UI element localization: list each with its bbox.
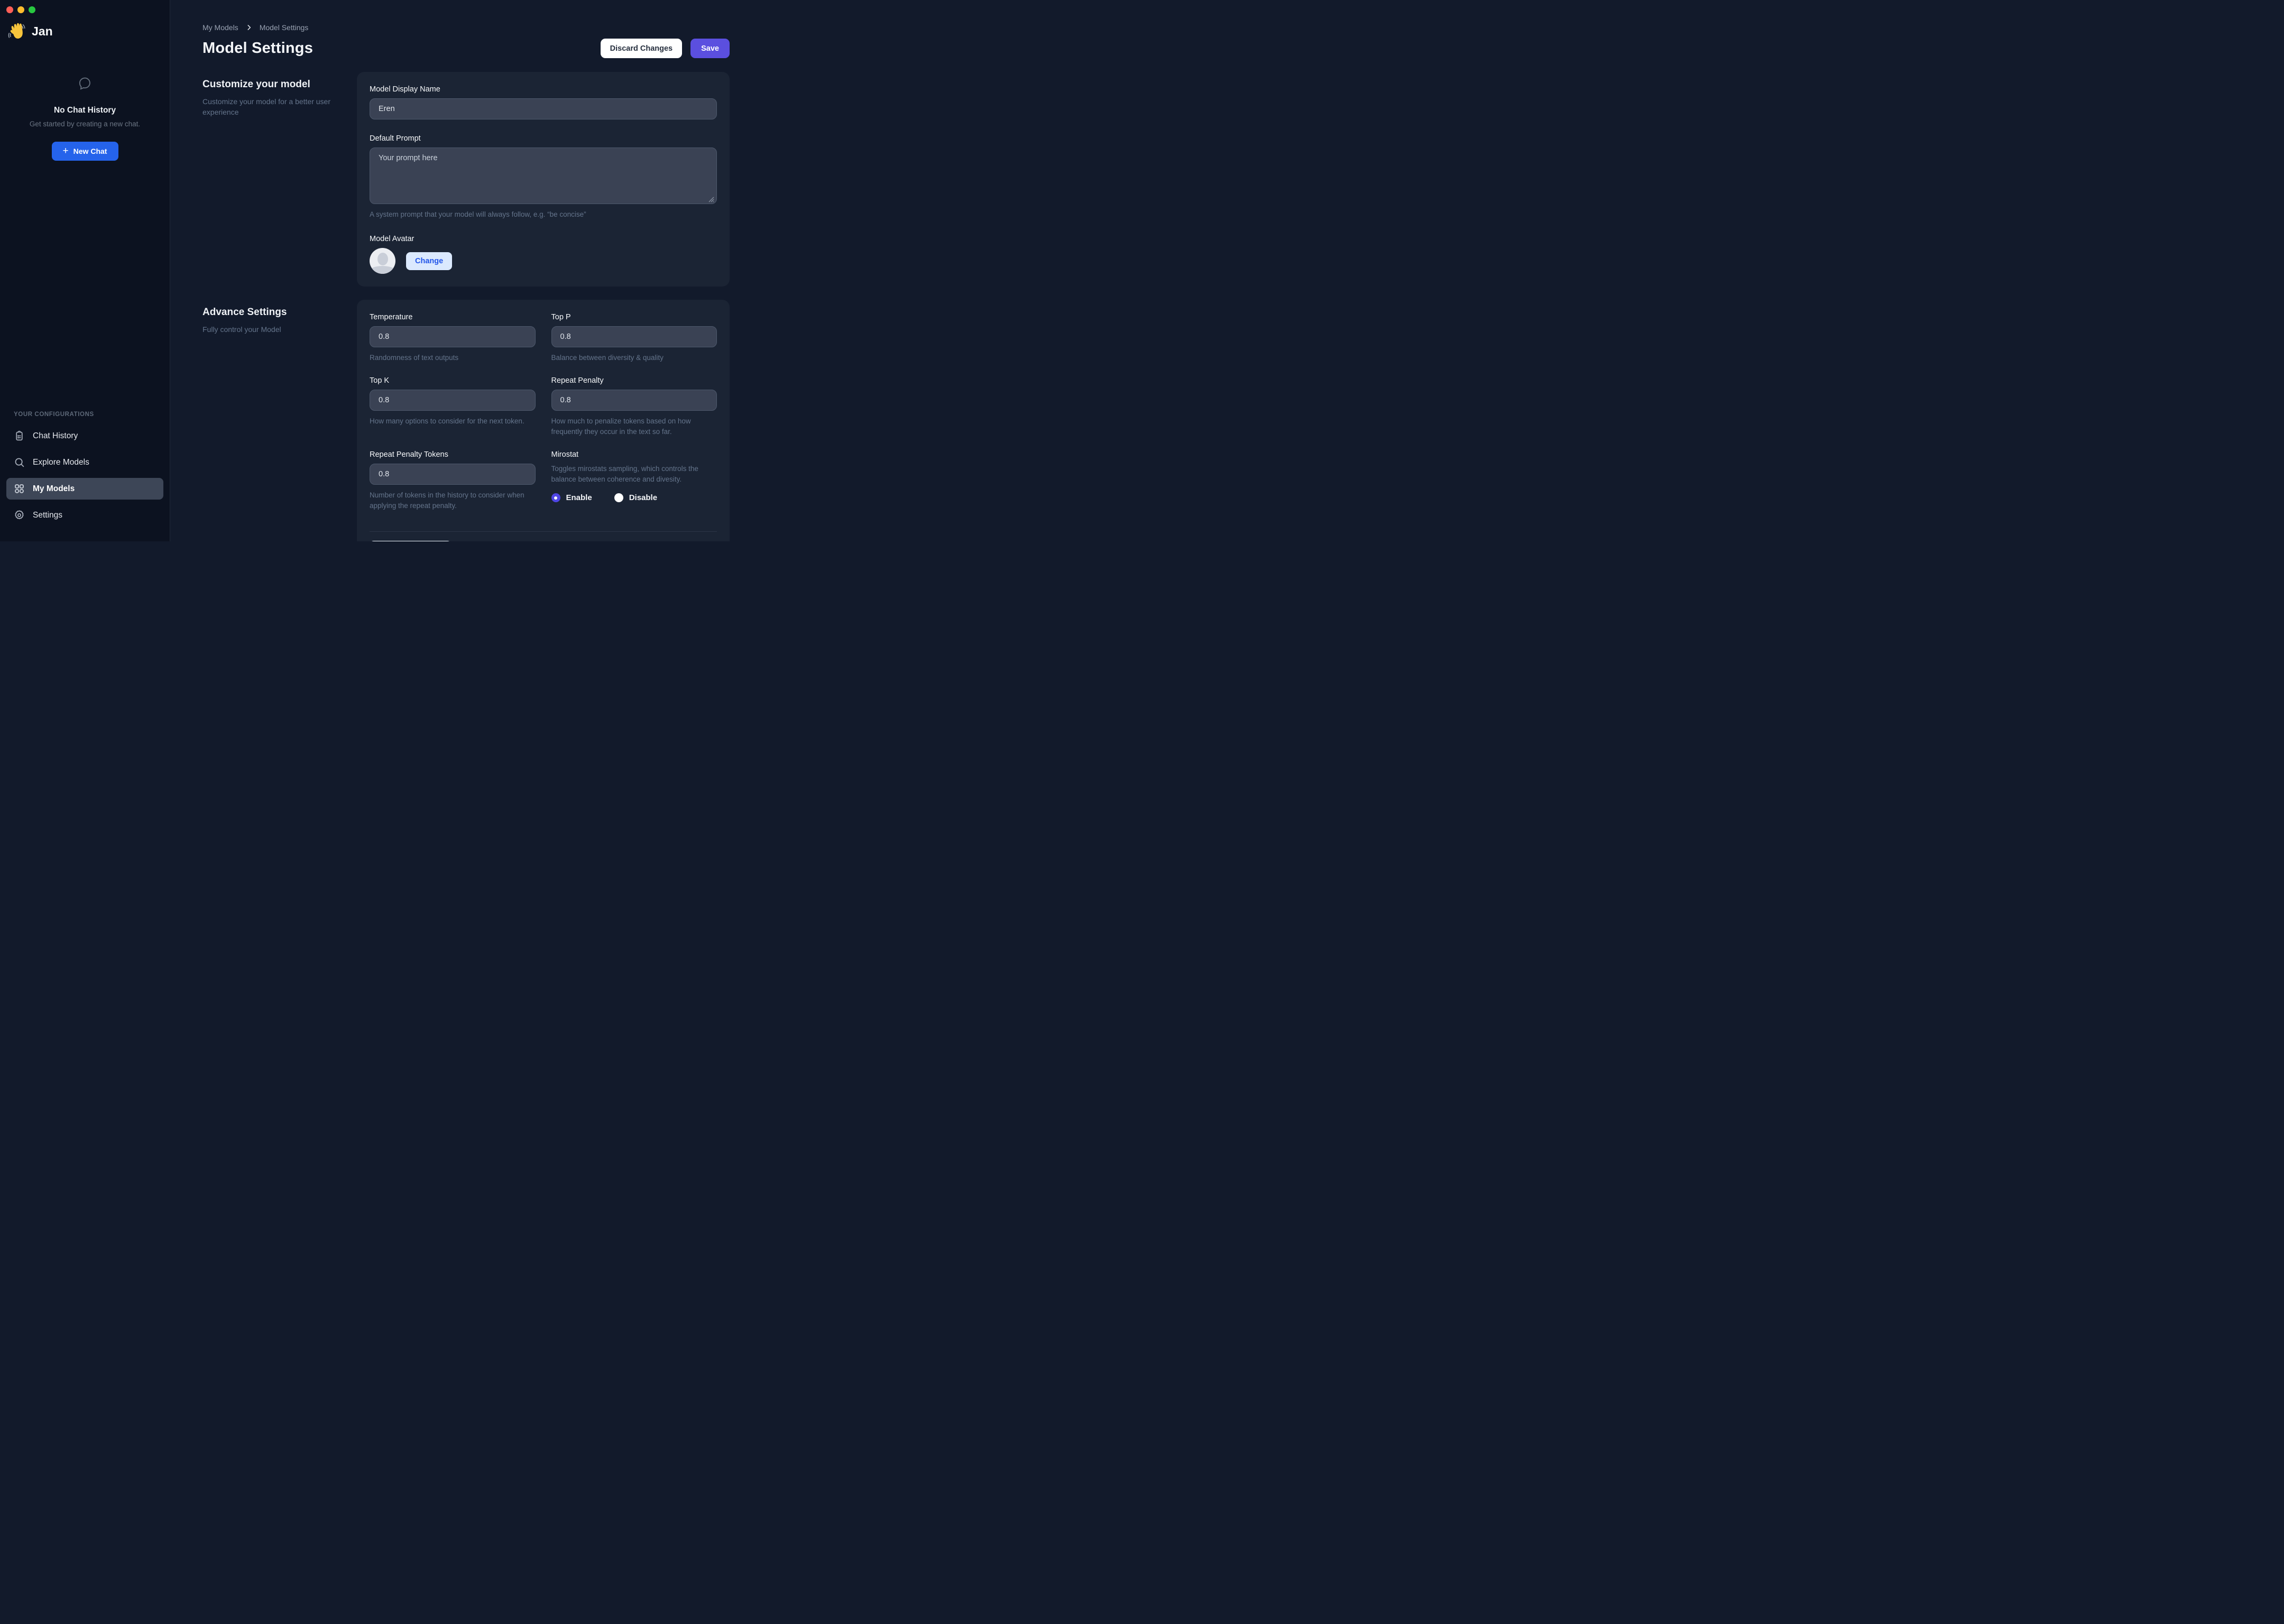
mirostat-enable-radio[interactable]: Enable <box>551 493 592 502</box>
top-k-caption: How many options to consider for the nex… <box>370 416 536 427</box>
breadcrumb-my-models[interactable]: My Models <box>202 23 238 32</box>
top-k-field: Top K How many options to consider for t… <box>370 376 536 437</box>
repeat-penalty-label: Repeat Penalty <box>551 376 717 385</box>
radio-selected-icon <box>551 493 560 502</box>
customize-description: Customize your model for a better user e… <box>202 96 354 117</box>
sidebar-config-section: YOUR CONFIGURATIONS Chat History <box>6 411 163 531</box>
model-display-name-input[interactable] <box>370 98 717 119</box>
chat-bubble-icon <box>78 76 92 90</box>
resize-grip-icon[interactable] <box>708 196 714 201</box>
main-content: My Models Model Settings Model Settings … <box>170 0 761 541</box>
sidebar-item-label: My Models <box>33 484 75 494</box>
radio-unselected-icon <box>614 493 623 502</box>
sidebar: Jan No Chat History Get started by creat… <box>0 0 170 541</box>
plus-icon: + <box>63 146 69 156</box>
new-chat-button[interactable]: + New Chat <box>52 142 118 161</box>
breadcrumb-model-settings[interactable]: Model Settings <box>260 23 309 32</box>
temperature-input[interactable] <box>370 326 536 347</box>
customize-panel: Model Display Name Default Prompt A syst… <box>357 72 730 287</box>
mirostat-disable-radio[interactable]: Disable <box>614 493 657 502</box>
sidebar-item-settings[interactable]: Settings <box>6 504 163 526</box>
advance-panel: Temperature Randomness of text outputs T… <box>357 300 730 541</box>
minimize-window-button[interactable] <box>17 6 24 13</box>
customize-intro: Customize your model Customize your mode… <box>202 72 357 117</box>
sidebar-item-label: Chat History <box>33 431 78 441</box>
empty-state-subtitle: Get started by creating a new chat. <box>0 120 170 128</box>
window-controls <box>6 6 35 13</box>
header-actions: Discard Changes Save <box>601 39 730 58</box>
repeat-penalty-tokens-field: Repeat Penalty Tokens Number of tokens i… <box>370 450 536 511</box>
top-p-caption: Balance between diversity & quality <box>551 353 717 363</box>
temperature-caption: Randomness of text outputs <box>370 353 536 363</box>
sidebar-item-chat-history[interactable]: Chat History <box>6 425 163 447</box>
customize-heading: Customize your model <box>202 79 357 90</box>
top-k-label: Top K <box>370 376 536 385</box>
page-header: Model Settings Discard Changes Save <box>202 39 730 58</box>
sidebar-item-explore-models[interactable]: Explore Models <box>6 451 163 473</box>
sidebar-item-label: Settings <box>33 511 62 520</box>
waving-hand-icon <box>7 21 27 41</box>
temperature-label: Temperature <box>370 313 536 321</box>
person-icon <box>377 253 388 265</box>
app-name: Jan <box>32 24 53 39</box>
search-icon <box>14 457 25 468</box>
top-p-field: Top P Balance between diversity & qualit… <box>551 313 717 363</box>
repeat-penalty-tokens-input[interactable] <box>370 464 536 485</box>
default-prompt-textarea[interactable] <box>370 147 717 204</box>
chat-empty-state: No Chat History Get started by creating … <box>0 76 170 161</box>
chevron-right-icon <box>245 24 253 31</box>
top-p-label: Top P <box>551 313 717 321</box>
discard-changes-button[interactable]: Discard Changes <box>601 39 682 58</box>
mirostat-caption: Toggles mirostats sampling, which contro… <box>551 464 717 485</box>
mirostat-field: Mirostat Toggles mirostats sampling, whi… <box>551 450 717 511</box>
close-window-button[interactable] <box>6 6 13 13</box>
temperature-field: Temperature Randomness of text outputs <box>370 313 536 363</box>
repeat-penalty-tokens-label: Repeat Penalty Tokens <box>370 450 536 459</box>
breadcrumb: My Models Model Settings <box>202 23 730 32</box>
advance-intro: Advance Settings Fully control your Mode… <box>202 300 357 335</box>
model-display-name-label: Model Display Name <box>370 85 717 94</box>
mirostat-label: Mirostat <box>551 450 717 459</box>
gear-icon <box>14 510 25 521</box>
save-button[interactable]: Save <box>690 39 730 58</box>
repeat-penalty-field: Repeat Penalty How much to penalize toke… <box>551 376 717 437</box>
default-prompt-label: Default Prompt <box>370 134 717 143</box>
model-avatar-label: Model Avatar <box>370 235 717 243</box>
advance-section: Advance Settings Fully control your Mode… <box>202 300 730 541</box>
advance-description: Fully control your Model <box>202 324 354 335</box>
customize-section: Customize your model Customize your mode… <box>202 72 730 287</box>
app-window: Jan No Chat History Get started by creat… <box>0 0 761 541</box>
advance-heading: Advance Settings <box>202 307 357 318</box>
top-k-input[interactable] <box>370 390 536 411</box>
default-prompt-caption: A system prompt that your model will alw… <box>370 209 717 220</box>
sidebar-item-label: Explore Models <box>33 458 89 467</box>
config-section-label: YOUR CONFIGURATIONS <box>6 411 163 418</box>
mirostat-radio-group: Enable Disable <box>551 493 717 502</box>
sidebar-item-my-models[interactable]: My Models <box>6 478 163 500</box>
grid-icon <box>14 483 25 494</box>
brand: Jan <box>7 21 53 41</box>
empty-state-title: No Chat History <box>0 106 170 115</box>
model-avatar-image <box>370 248 395 274</box>
repeat-penalty-tokens-caption: Number of tokens in the history to consi… <box>370 490 536 511</box>
repeat-penalty-caption: How much to penalize tokens based on how… <box>551 416 717 437</box>
page-title: Model Settings <box>202 40 313 57</box>
repeat-penalty-input[interactable] <box>551 390 717 411</box>
top-p-input[interactable] <box>551 326 717 347</box>
panel-divider <box>370 531 717 532</box>
change-avatar-button[interactable]: Change <box>406 252 452 270</box>
clipboard-icon <box>14 430 25 441</box>
zoom-window-button[interactable] <box>29 6 35 13</box>
